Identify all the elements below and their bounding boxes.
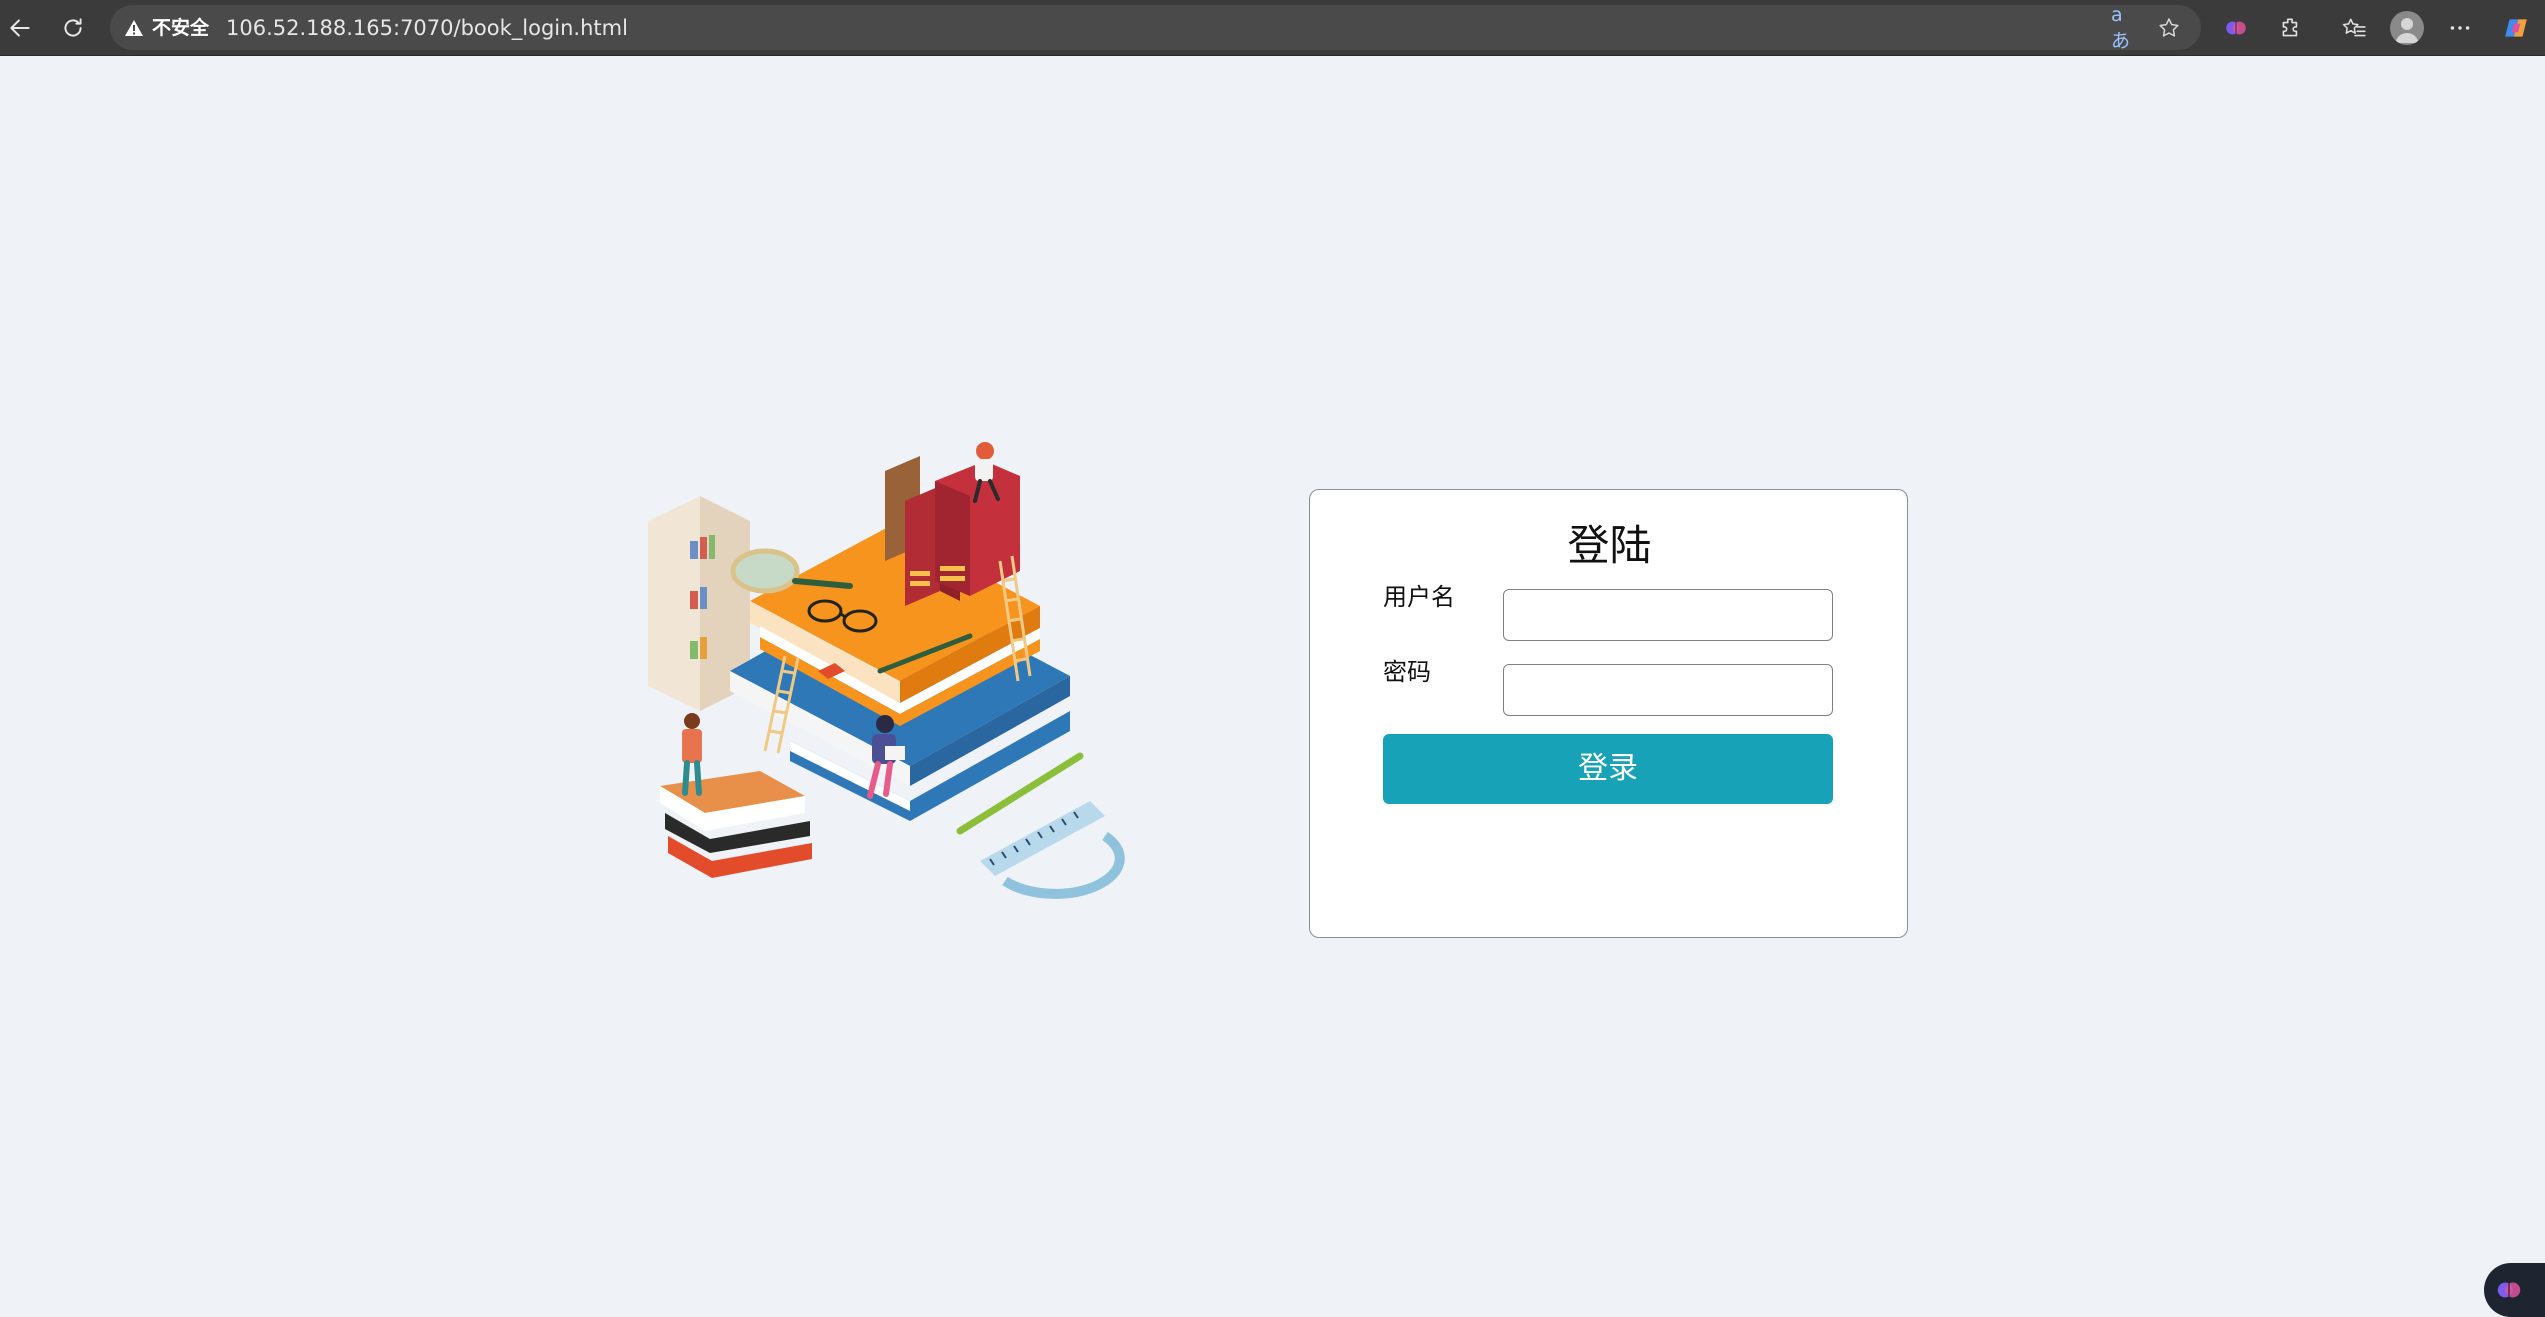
back-button[interactable] [2,10,38,46]
copilot-icon [2497,1282,2521,1298]
copilot-app-icon [2505,19,2527,37]
extensions-icon [2282,18,2298,37]
browser-toolbar: 不安全 106.52.188.165:7070/book_login.html … [0,0,2545,56]
favorite-star-button[interactable] [2155,14,2183,42]
reload-button[interactable] [55,10,91,46]
floating-assistant-button[interactable] [2484,1263,2545,1317]
address-bar[interactable]: 不安全 106.52.188.165:7070/book_login.html … [110,4,2201,52]
translate-icon: aあ [2111,3,2131,52]
login-title: 登陆 [1567,521,1652,570]
back-arrow-icon [10,19,30,37]
copilot-button[interactable] [2218,10,2254,46]
reload-icon [64,18,82,37]
username-input[interactable] [1503,589,1833,641]
login-form-card: 登陆 用户名 密码 登录 [1309,489,1908,938]
read-aloud-button[interactable]: aあ [2111,4,2139,52]
user-icon [2395,18,2419,43]
more-icon [2450,26,2470,30]
password-input[interactable] [1503,664,1833,716]
copilot-icon [2226,21,2246,35]
more-button[interactable] [2442,10,2478,46]
username-label: 用户名 [1383,583,1455,611]
favorites-button[interactable] [2336,10,2372,46]
security-status[interactable]: 不安全 [152,16,209,40]
extensions-button[interactable] [2273,10,2309,46]
star-icon [2159,18,2179,37]
url-text[interactable]: 106.52.188.165:7070/book_login.html [226,16,628,40]
login-page: 登陆 用户名 密码 登录 [0,56,2545,1317]
warning-icon [125,20,143,36]
password-label: 密码 [1383,658,1431,686]
profile-avatar[interactable] [2390,11,2424,45]
copilot-app-button[interactable] [2498,10,2534,46]
login-button[interactable]: 登录 [1383,734,1833,804]
books-reading-illustration [648,442,1125,899]
favorites-icon [2342,18,2366,37]
